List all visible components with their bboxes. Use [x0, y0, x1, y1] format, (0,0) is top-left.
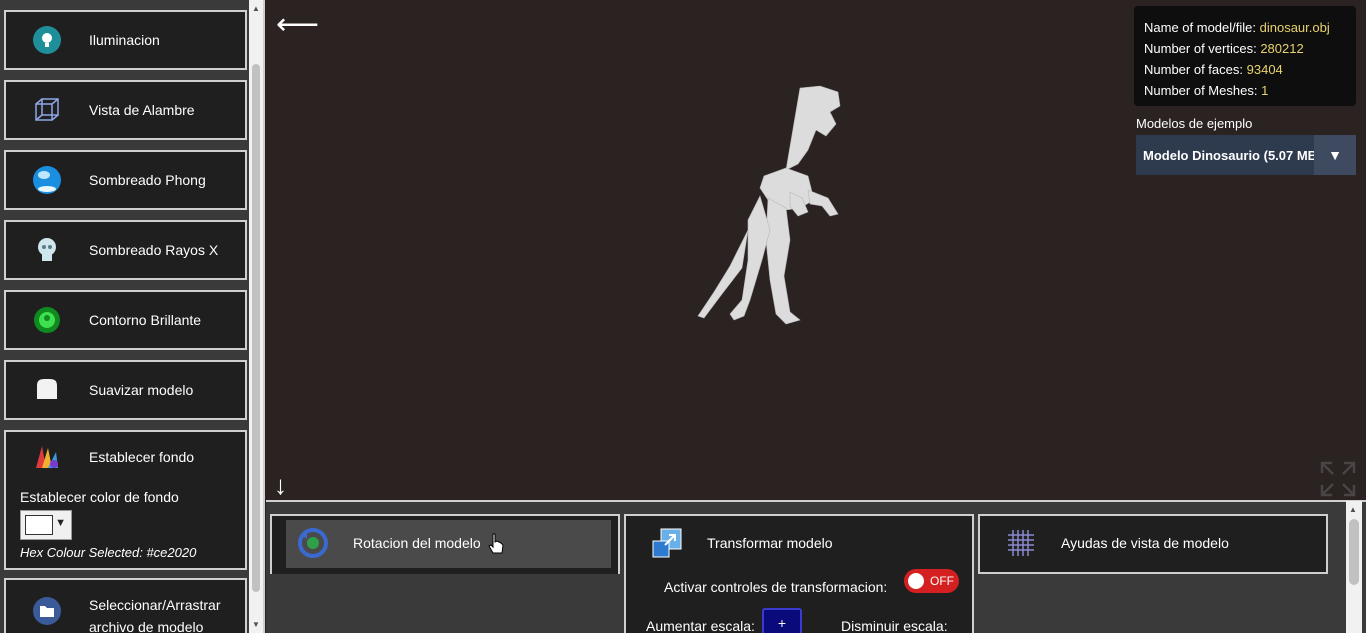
color-palette-icon	[30, 440, 64, 474]
transform-controls-label: Activar controles de transformacion:	[664, 579, 888, 595]
bottom-panel-scrollbar[interactable]: ▲	[1346, 501, 1362, 633]
info-meshes-value: 1	[1261, 83, 1269, 98]
info-faces-label: Number of faces:	[1144, 62, 1243, 77]
tab-view-aids[interactable]: Ayudas de vista de modelo	[978, 514, 1328, 574]
model-info-panel: Name of model/file: dinosaur.obj Number …	[1134, 6, 1356, 106]
info-name-value: dinosaur.obj	[1259, 20, 1330, 35]
smooth-model-icon	[30, 373, 64, 407]
glow-outline-icon	[30, 303, 64, 337]
info-vertices-label: Number of vertices:	[1144, 41, 1257, 56]
toggle-knob	[908, 573, 924, 589]
info-meshes-label: Number of Meshes:	[1144, 83, 1258, 98]
sidebar-item-wireframe[interactable]: Vista de Alambre	[4, 80, 247, 140]
hand-cursor-icon	[488, 533, 504, 554]
background-color-label: Establecer color de fondo	[20, 489, 179, 505]
scrollbar-thumb[interactable]	[252, 64, 260, 592]
transform-controls-toggle[interactable]: OFF	[904, 569, 959, 593]
sidebar-item-glow[interactable]: Contorno Brillante	[4, 290, 247, 350]
folder-icon	[30, 594, 64, 628]
sidebar-item-label: Sombreado Phong	[89, 172, 206, 188]
info-faces-value: 93404	[1246, 62, 1283, 77]
wireframe-cube-icon	[30, 93, 64, 127]
scrollbar-thumb[interactable]	[1349, 519, 1359, 585]
rotate-icon	[296, 526, 330, 560]
back-arrow-icon[interactable]: ⟵	[276, 10, 319, 40]
rotation-panel-body	[270, 574, 624, 633]
info-name-label: Name of model/file:	[1144, 20, 1256, 35]
tab-label: Rotacion del modelo	[353, 535, 481, 551]
sidebar-item-label: Seleccionar/Arrastrar archivo de modelo	[89, 597, 221, 633]
scroll-up-icon[interactable]: ▲	[251, 4, 261, 13]
scroll-down-icon[interactable]: ▼	[251, 620, 261, 629]
sidebar-item-label: Suavizar modelo	[89, 382, 194, 398]
tab-label: Ayudas de vista de modelo	[1061, 535, 1229, 551]
phong-sphere-icon	[30, 163, 64, 197]
grid-icon	[1004, 526, 1038, 560]
bottom-panel: Rotacion del modelo Transformar modelo A…	[266, 500, 1366, 633]
example-models-select[interactable]: Modelo Dinosaurio (5.07 MB) ▼	[1136, 135, 1356, 175]
tab-label: Transformar modelo	[707, 535, 833, 551]
sidebar-item-label: Vista de Alambre	[89, 102, 195, 118]
sidebar-item-iluminacion[interactable]: Iluminacion	[4, 10, 247, 70]
info-vertices-value: 280212	[1260, 41, 1304, 56]
fullscreen-icon[interactable]	[1320, 461, 1356, 497]
toggle-state: OFF	[930, 574, 954, 588]
sidebar-item-label: Sombreado Rayos X	[89, 242, 219, 258]
sidebar-item-xray[interactable]: Sombreado Rayos X	[4, 220, 247, 280]
transform-icon	[650, 526, 684, 560]
example-models-selected: Modelo Dinosaurio (5.07 MB)	[1143, 147, 1314, 163]
down-arrow-icon[interactable]: ↓	[274, 470, 287, 501]
sidebar-item-file[interactable]: Seleccionar/Arrastrar archivo de modelo	[4, 578, 247, 633]
example-models-title: Modelos de ejemplo	[1136, 116, 1253, 131]
sidebar-item-label: Iluminacion	[89, 32, 160, 48]
chevron-down-icon: ▼	[55, 517, 66, 529]
scale-up-button[interactable]: +	[762, 608, 802, 633]
sidebar-item-phong[interactable]: Sombreado Phong	[4, 150, 247, 210]
scale-down-label: Disminuir escala:	[841, 618, 948, 633]
sidebar-item-smooth[interactable]: Suavizar modelo	[4, 360, 247, 420]
sidebar-item-label: Contorno Brillante	[89, 312, 202, 328]
scale-up-label: Aumentar escala:	[646, 618, 755, 633]
tab-rotation[interactable]: Rotacion del modelo	[270, 514, 620, 574]
chevron-down-icon[interactable]: ▼	[1314, 135, 1356, 175]
sidebar-scrollbar[interactable]: ▲ ▼	[249, 0, 263, 633]
background-label[interactable]: Establecer fondo	[89, 449, 194, 465]
tab-transform[interactable]: Transformar modelo Activar controles de …	[624, 514, 974, 633]
lightbulb-icon	[30, 23, 64, 57]
sidebar: Iluminacion Vista de Alambre Sombreado P…	[0, 0, 265, 633]
background-color-picker[interactable]: ▼	[20, 510, 72, 540]
dinosaur-model[interactable]	[690, 80, 850, 330]
hex-colour-text: Hex Colour Selected: #ce2020	[20, 545, 197, 560]
scroll-up-icon[interactable]: ▲	[1349, 505, 1357, 514]
background-panel: Establecer fondo Establecer color de fon…	[4, 430, 247, 570]
xray-skull-icon	[30, 233, 64, 267]
color-swatch	[25, 515, 53, 535]
